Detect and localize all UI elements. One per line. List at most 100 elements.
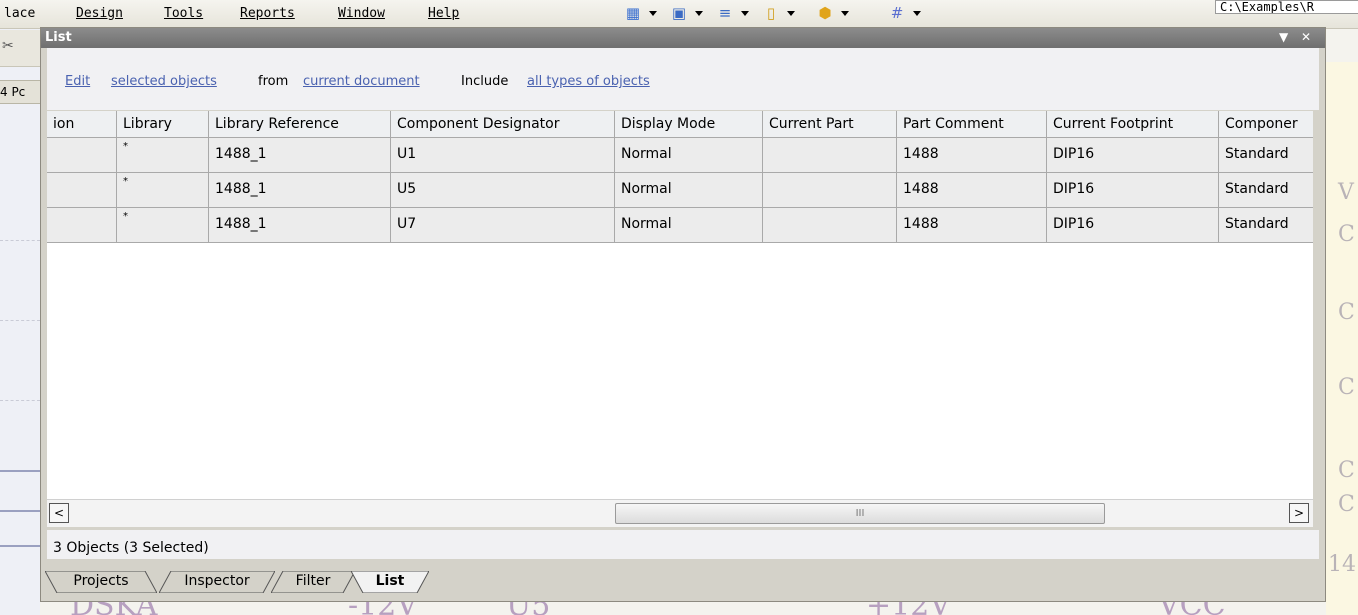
panel-tab-strip: Projects Inspector Filter List: [41, 568, 1325, 601]
layout-icon: ▣: [671, 4, 687, 22]
edit-mode-link[interactable]: Edit: [65, 74, 90, 89]
panel-menu-icon[interactable]: ▼: [1279, 30, 1288, 44]
schematic-sheet-left: [0, 29, 40, 615]
table-cell[interactable]: [763, 138, 897, 173]
grid-tool-button[interactable]: #: [880, 3, 926, 23]
grid-icon: #: [890, 4, 904, 22]
net-label: U5: [506, 602, 550, 615]
table-cell[interactable]: Normal: [615, 138, 763, 173]
table-cell[interactable]: 1488_1: [209, 208, 391, 243]
menu-bar: lace Design Tools Reports Window Help ▦ …: [0, 0, 1358, 29]
tab-list-label: List: [375, 573, 405, 589]
table-cell[interactable]: Standard: [1219, 173, 1313, 208]
column-header[interactable]: Library: [117, 111, 209, 138]
net-label: VCC: [1158, 602, 1226, 615]
table-cell[interactable]: *: [117, 208, 209, 243]
table-cell[interactable]: [763, 208, 897, 243]
list-toolbar: Edit selected objects from current docum…: [47, 48, 1319, 110]
sheet-grid-line: [0, 320, 40, 321]
table-cell[interactable]: 1488_1: [209, 138, 391, 173]
table-cell[interactable]: Normal: [615, 208, 763, 243]
tab-filter[interactable]: Filter: [271, 571, 355, 593]
column-header[interactable]: Component Designator: [391, 111, 615, 138]
document-path-field[interactable]: C:\Examples\R: [1215, 0, 1358, 14]
column-header[interactable]: Part Comment: [897, 111, 1047, 138]
table-cell[interactable]: U1: [391, 138, 615, 173]
table-cell[interactable]: [47, 173, 117, 208]
document-scope-link[interactable]: current document: [303, 74, 420, 89]
table-cell[interactable]: [47, 208, 117, 243]
table-cell[interactable]: 1488: [897, 208, 1047, 243]
port-icon: ▯: [766, 4, 776, 22]
objects-table: ion Library Library Reference Component …: [47, 111, 1313, 499]
document-tab-label: 4 Pc: [0, 85, 26, 99]
sheet-text-fragment: C: [1338, 458, 1355, 483]
wiring-icon: ▦: [625, 4, 641, 22]
column-header[interactable]: Current Footprint: [1047, 111, 1219, 138]
schematic-sheet-right: [1326, 62, 1358, 615]
column-header[interactable]: ion: [47, 111, 117, 138]
horizontal-scrollbar[interactable]: < III >: [47, 499, 1313, 527]
scroll-left-button[interactable]: <: [49, 503, 69, 523]
table-cell[interactable]: Standard: [1219, 138, 1313, 173]
menu-place[interactable]: lace: [4, 6, 35, 22]
column-header[interactable]: Display Mode: [615, 111, 763, 138]
menu-reports[interactable]: Reports: [240, 6, 295, 22]
table-cell[interactable]: DIP16: [1047, 173, 1219, 208]
from-label: from: [258, 74, 289, 89]
tab-filter-label: Filter: [295, 573, 331, 589]
table-cell[interactable]: Standard: [1219, 208, 1313, 243]
menu-help[interactable]: Help: [428, 6, 459, 22]
cut-icon[interactable]: ✂: [2, 38, 14, 54]
sheet-text-fragment: C: [1338, 375, 1355, 400]
port-tool-button[interactable]: ▯: [754, 3, 800, 23]
table-cell[interactable]: 1488: [897, 138, 1047, 173]
tab-inspector-label: Inspector: [184, 573, 250, 589]
menu-window[interactable]: Window: [338, 6, 385, 22]
table-cell[interactable]: [47, 138, 117, 173]
column-header[interactable]: Componer: [1219, 111, 1313, 138]
table-cell[interactable]: DIP16: [1047, 208, 1219, 243]
wire-line: [0, 545, 40, 547]
align-tool-button[interactable]: ≡: [708, 3, 754, 23]
schematic-labels-behind-panel: DSKA -12V U5 +12V VCC: [40, 602, 1330, 615]
close-icon[interactable]: ✕: [1301, 30, 1311, 44]
list-panel: List ▼ ✕ Edit selected objects from curr…: [40, 27, 1326, 602]
menu-tools[interactable]: Tools: [164, 6, 203, 22]
include-label: Include: [461, 74, 509, 89]
column-header[interactable]: Library Reference: [209, 111, 391, 138]
object-types-link[interactable]: all types of objects: [527, 74, 650, 89]
tab-projects[interactable]: Projects: [45, 571, 157, 593]
wire-line: [0, 470, 40, 472]
table-cell[interactable]: *: [117, 138, 209, 173]
sheet-text-fragment: V: [1338, 180, 1354, 205]
wiring-tool-button[interactable]: ▦: [616, 3, 662, 23]
menu-design[interactable]: Design: [76, 6, 123, 22]
sheet-text-fragment: 14: [1328, 552, 1356, 577]
selection-count: 3 Objects (3 Selected): [53, 540, 209, 556]
table-cell[interactable]: DIP16: [1047, 138, 1219, 173]
scroll-right-button[interactable]: >: [1289, 503, 1309, 523]
column-header[interactable]: Current Part: [763, 111, 897, 138]
scope-selection-link[interactable]: selected objects: [111, 74, 217, 89]
shape-tool-button[interactable]: ⬢: [808, 3, 854, 23]
sheet-grid-line: [0, 400, 40, 401]
table-cell[interactable]: U5: [391, 173, 615, 208]
document-tab[interactable]: 4 Pc: [0, 80, 40, 104]
wire-line: [0, 510, 40, 512]
status-bar: 3 Objects (3 Selected): [47, 530, 1319, 559]
table-cell[interactable]: 1488: [897, 173, 1047, 208]
sheet-grid-line: [0, 240, 40, 241]
table-cell[interactable]: 1488_1: [209, 173, 391, 208]
shape-icon: ⬢: [818, 4, 832, 22]
panel-title-bar[interactable]: List ▼ ✕: [41, 28, 1325, 48]
scrollbar-thumb[interactable]: III: [615, 503, 1105, 524]
sheet-text-fragment: C: [1338, 492, 1355, 517]
table-cell[interactable]: U7: [391, 208, 615, 243]
table-cell[interactable]: [763, 173, 897, 208]
table-cell[interactable]: Normal: [615, 173, 763, 208]
tab-inspector[interactable]: Inspector: [159, 571, 275, 593]
layout-tool-button[interactable]: ▣: [662, 3, 708, 23]
table-cell[interactable]: *: [117, 173, 209, 208]
tab-list[interactable]: List: [351, 571, 429, 593]
